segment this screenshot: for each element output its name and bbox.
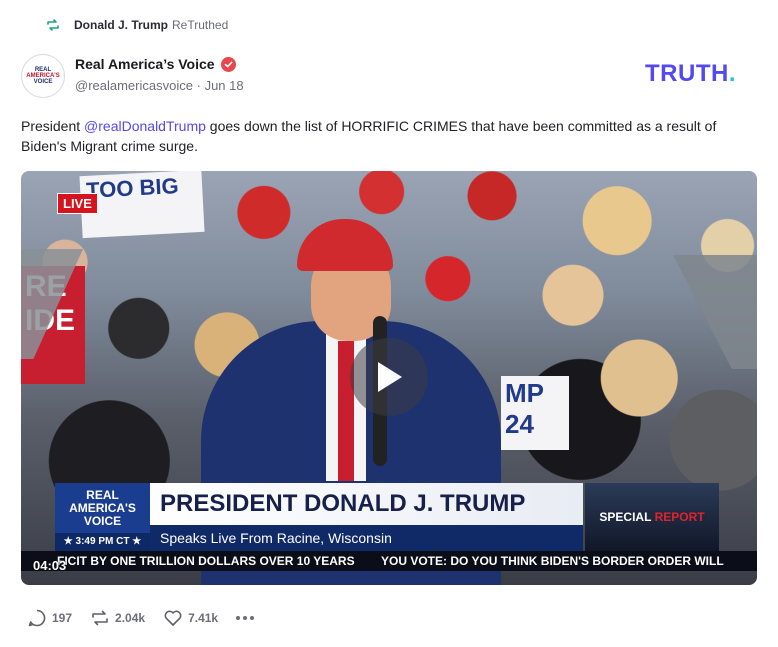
network-logo: REAL AMERICA'S VOICE ★ 3:49 PM CT ★ (55, 483, 150, 551)
avatar[interactable]: REAL AMERICA'S VOICE (21, 54, 65, 98)
lower-third-title: PRESIDENT DONALD J. TRUMP (150, 483, 583, 525)
post-actions: 197 2.04k 7.41k (27, 608, 255, 628)
like-count: 7.41k (188, 611, 219, 625)
avatar-logo: REAL AMERICA'S VOICE (26, 67, 60, 85)
author-block: Real America’s Voice @realamericasvoice … (75, 56, 244, 93)
lower-third: REAL AMERICA'S VOICE ★ 3:49 PM CT ★ PRES… (55, 483, 719, 551)
verified-badge-icon (220, 56, 236, 72)
retruth-label: ReTruthed (172, 18, 229, 32)
post-date[interactable]: Jun 18 (205, 78, 244, 93)
retruth-icon (46, 18, 60, 32)
more-options-icon[interactable] (236, 616, 255, 620)
retruth-user[interactable]: Donald J. Trump (74, 18, 168, 32)
crowd-sign: MP 24 (501, 376, 569, 450)
live-badge: LIVE (57, 193, 98, 214)
truth-logo[interactable]: TRUTH. (645, 60, 736, 88)
author-handle[interactable]: @realamericasvoice (75, 78, 193, 93)
lower-third-subtitle: Speaks Live From Racine, Wisconsin (150, 525, 583, 551)
news-ticker: FICIT BY ONE TRILLION DOLLARS OVER 10 YE… (21, 551, 757, 571)
video-player[interactable]: TOO BIG RE IDE MP 24 LIVE REAL AMERICA'S… (21, 171, 757, 585)
retruth-count: 2.04k (115, 611, 146, 625)
retruth-button[interactable]: 2.04k (90, 608, 145, 628)
video-duration: 04:03 (33, 558, 67, 573)
special-report-badge: SPECIAL REPORT (585, 483, 719, 551)
like-button[interactable]: 7.41k (163, 608, 218, 628)
reply-count: 197 (52, 611, 73, 625)
broadcast-time: ★ 3:49 PM CT ★ (55, 533, 150, 551)
mention-link[interactable]: @realDonaldTrump (84, 118, 206, 134)
play-button[interactable] (350, 338, 428, 416)
meta-separator: · (196, 78, 201, 93)
reply-icon (28, 609, 46, 627)
heart-icon (164, 610, 182, 626)
crowd-sign: TOO BIG (79, 171, 205, 239)
author-name[interactable]: Real America’s Voice (75, 56, 215, 72)
reply-button[interactable]: 197 (27, 608, 72, 628)
speaker-tie (338, 341, 354, 481)
retruth-icon (92, 610, 108, 626)
retruth-header: Donald J. Trump ReTruthed (46, 18, 228, 32)
post-text: President @realDonaldTrump goes down the… (21, 118, 717, 154)
play-icon (378, 362, 402, 392)
